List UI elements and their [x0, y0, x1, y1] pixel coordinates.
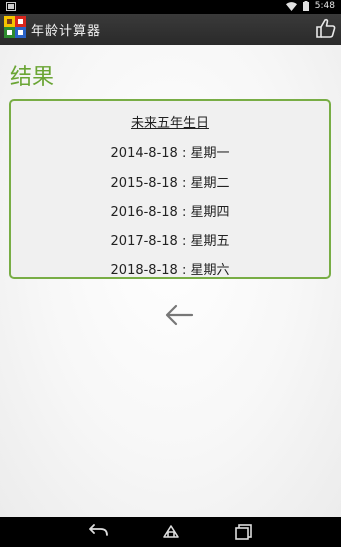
birthday-row: 2018-8-18 : 星期六	[110, 263, 230, 278]
back-arrow-icon[interactable]	[164, 303, 194, 327]
birthday-result-card: 未来五年生日 2014-8-18 : 星期一 2015-8-18 : 星期二 2…	[9, 99, 331, 279]
back-nav-icon[interactable]	[87, 524, 109, 540]
birthday-row: 2014-8-18 : 星期一	[110, 146, 230, 161]
birthday-row: 2016-8-18 : 星期四	[110, 205, 230, 220]
result-heading: 结果	[10, 65, 55, 90]
content-area: 结果 未来五年生日 2014-8-18 : 星期一 2015-8-18 : 星期…	[0, 45, 341, 517]
birthday-row: 2017-8-18 : 星期五	[110, 234, 230, 249]
card-title: 未来五年生日	[130, 116, 209, 131]
screenshot-notification-icon	[6, 2, 16, 11]
home-nav-icon[interactable]	[160, 524, 182, 540]
birthday-row: 2015-8-18 : 星期二	[110, 176, 230, 191]
wifi-icon	[285, 1, 297, 11]
status-time: 5:48	[314, 1, 335, 11]
status-bar: 5:48	[0, 0, 341, 14]
recent-apps-nav-icon[interactable]	[234, 524, 256, 540]
battery-icon	[302, 1, 309, 11]
like-thumbs-up-icon[interactable]	[315, 17, 337, 39]
navigation-bar	[0, 517, 341, 547]
action-bar: 年龄计算器	[0, 14, 341, 46]
app-logo-icon[interactable]	[4, 16, 26, 38]
app-title: 年龄计算器	[31, 24, 102, 39]
